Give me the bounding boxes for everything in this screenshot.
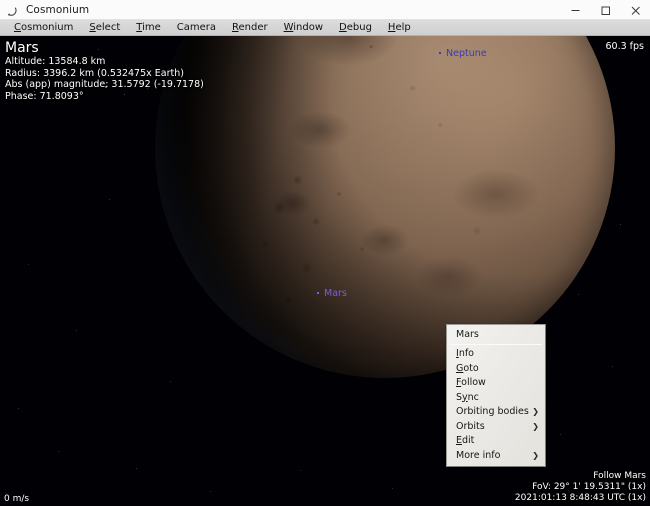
menu-time[interactable]: Time	[128, 20, 168, 35]
menu-select-label: elect	[95, 22, 121, 33]
minimize-button[interactable]	[560, 0, 590, 20]
menu-help[interactable]: Help	[380, 20, 419, 35]
window-controls	[560, 0, 650, 20]
menu-time-label: ime	[142, 22, 161, 33]
context-menu-item-more-info-label: More info	[456, 449, 501, 461]
3d-viewport[interactable]: Neptune Mars Mars Altitude: 13584.8 km R…	[0, 36, 650, 506]
maximize-icon	[601, 6, 610, 15]
context-menu-separator	[450, 344, 542, 345]
menu-render-label: ender	[238, 22, 268, 33]
context-menu-item-follow-label: ollow	[461, 377, 486, 388]
menubar: Cosmonium Select Time Camera Render Wind…	[0, 20, 650, 36]
context-menu-item-orbiting-bodies-label: Orbiting bodies	[456, 406, 529, 417]
context-menu-item-edit[interactable]: Edit	[447, 434, 545, 449]
titlebar: Cosmonium	[0, 0, 650, 20]
context-menu-item-info-label: nfo	[458, 348, 474, 359]
context-menu[interactable]: Mars Info Goto Follow Sync Orbiting bodi…	[446, 324, 546, 467]
chevron-right-icon: ❯	[532, 407, 539, 417]
comet-icon	[6, 3, 20, 17]
context-menu-item-edit-label: dit	[462, 435, 475, 446]
minimize-icon	[571, 9, 579, 11]
close-button[interactable]	[620, 0, 650, 20]
cosmonium-app-window: Cosmonium Cosmonium Select Time Camera R…	[0, 0, 650, 506]
menu-debug-label: ebug	[346, 22, 372, 33]
context-menu-item-orbits[interactable]: Orbits ❯	[447, 420, 545, 435]
chevron-right-icon: ❯	[532, 450, 539, 460]
context-menu-item-sync[interactable]: Sync	[447, 391, 545, 406]
context-menu-item-sync-label: nc	[467, 391, 479, 403]
context-menu-title: Mars	[456, 329, 479, 340]
context-menu-item-follow[interactable]: Follow	[447, 376, 545, 391]
window-title: Cosmonium	[26, 3, 90, 16]
menu-render[interactable]: Render	[224, 20, 276, 35]
context-menu-item-info[interactable]: Info	[447, 347, 545, 362]
menu-camera[interactable]: Camera	[169, 20, 224, 35]
context-menu-item-goto-label: oto	[463, 362, 479, 374]
close-icon	[631, 6, 640, 15]
context-menu-item-orbiting-bodies[interactable]: Orbiting bodies ❯	[447, 405, 545, 420]
menu-debug[interactable]: Debug	[331, 20, 380, 35]
menu-help-label: elp	[395, 22, 411, 33]
menu-camera-label: Camera	[176, 22, 216, 33]
menu-window[interactable]: Window	[276, 20, 331, 35]
context-menu-item-orbits-label: Orbits	[456, 420, 485, 432]
menu-cosmonium-label: osmonium	[20, 22, 74, 33]
menu-select[interactable]: Select	[81, 20, 128, 35]
context-menu-item-more-info[interactable]: More info ❯	[447, 449, 545, 464]
context-menu-item-goto[interactable]: Goto	[447, 362, 545, 377]
menu-window-label: indow	[293, 22, 324, 33]
maximize-button[interactable]	[590, 0, 620, 20]
chevron-right-icon: ❯	[532, 421, 539, 431]
menu-cosmonium[interactable]: Cosmonium	[6, 20, 81, 35]
